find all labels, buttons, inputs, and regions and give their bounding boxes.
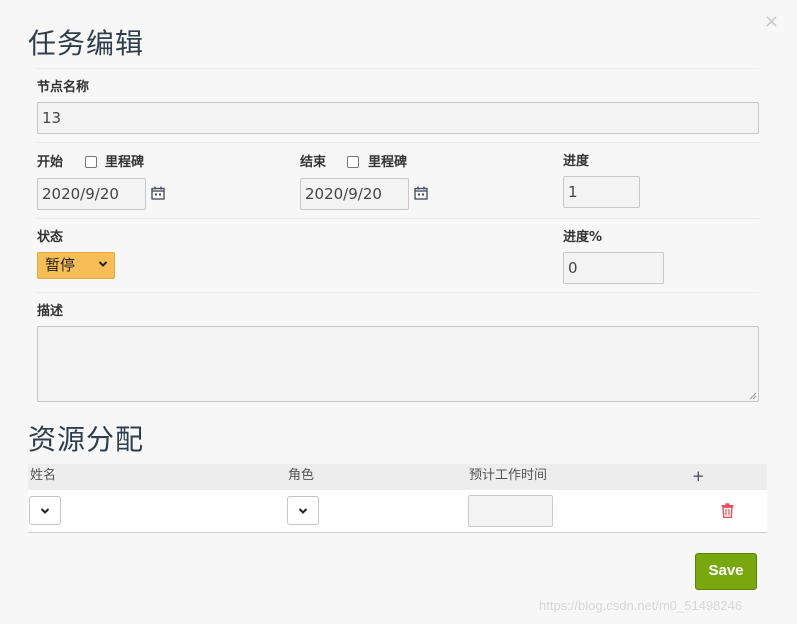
end-label: 结束 — [300, 155, 327, 170]
watermark-text: https://blog.csdn.net/m0_51498246 — [539, 598, 743, 613]
progress-input[interactable]: 0 — [563, 252, 664, 284]
divider — [37, 142, 759, 143]
status-select[interactable]: 暂停 — [37, 252, 115, 279]
table-row — [28, 490, 767, 533]
calendar-icon[interactable] — [151, 186, 165, 200]
node-name-label: 节点名称 — [37, 80, 90, 95]
end-milestone-label: 里程碑 — [368, 155, 408, 170]
divider — [37, 292, 759, 293]
column-header-effort: 预计工作时间 — [469, 468, 548, 483]
description-textarea[interactable] — [37, 326, 759, 402]
chevron-down-icon — [98, 261, 108, 267]
chevron-down-icon — [40, 508, 50, 514]
dialog-title: 任务编辑 — [28, 27, 145, 60]
chevron-down-icon — [298, 508, 308, 514]
resource-effort-input[interactable] — [468, 495, 553, 527]
node-name-input[interactable]: 13 — [37, 102, 759, 134]
duration-label: 进度 — [563, 154, 590, 169]
resources-title: 资源分配 — [28, 423, 145, 456]
add-resource-button[interactable]: + — [692, 465, 705, 487]
description-label: 描述 — [37, 304, 64, 319]
start-date-input[interactable]: 2020/9/20 — [37, 178, 146, 210]
column-header-role: 角色 — [288, 468, 315, 483]
resource-role-select[interactable] — [287, 496, 319, 525]
divider — [37, 218, 759, 219]
end-milestone-checkbox[interactable] — [347, 156, 359, 168]
resize-handle-icon[interactable] — [749, 392, 757, 400]
calendar-icon[interactable] — [414, 186, 428, 200]
resource-grid-header — [28, 464, 767, 490]
resource-name-select[interactable] — [29, 496, 61, 525]
progress-label: 进度% — [563, 230, 603, 245]
start-milestone-checkbox[interactable] — [85, 156, 97, 168]
end-date-input[interactable]: 2020/9/20 — [300, 178, 409, 210]
trash-icon[interactable] — [721, 503, 734, 518]
status-select-value: 暂停 — [45, 256, 76, 274]
start-label: 开始 — [37, 155, 64, 170]
start-milestone-label: 里程碑 — [105, 155, 145, 170]
close-icon[interactable]: × — [764, 12, 779, 32]
status-label: 状态 — [37, 230, 64, 245]
duration-input[interactable]: 1 — [563, 176, 640, 208]
save-button[interactable]: Save — [695, 553, 757, 590]
column-header-name: 姓名 — [30, 468, 57, 483]
divider — [37, 68, 759, 69]
